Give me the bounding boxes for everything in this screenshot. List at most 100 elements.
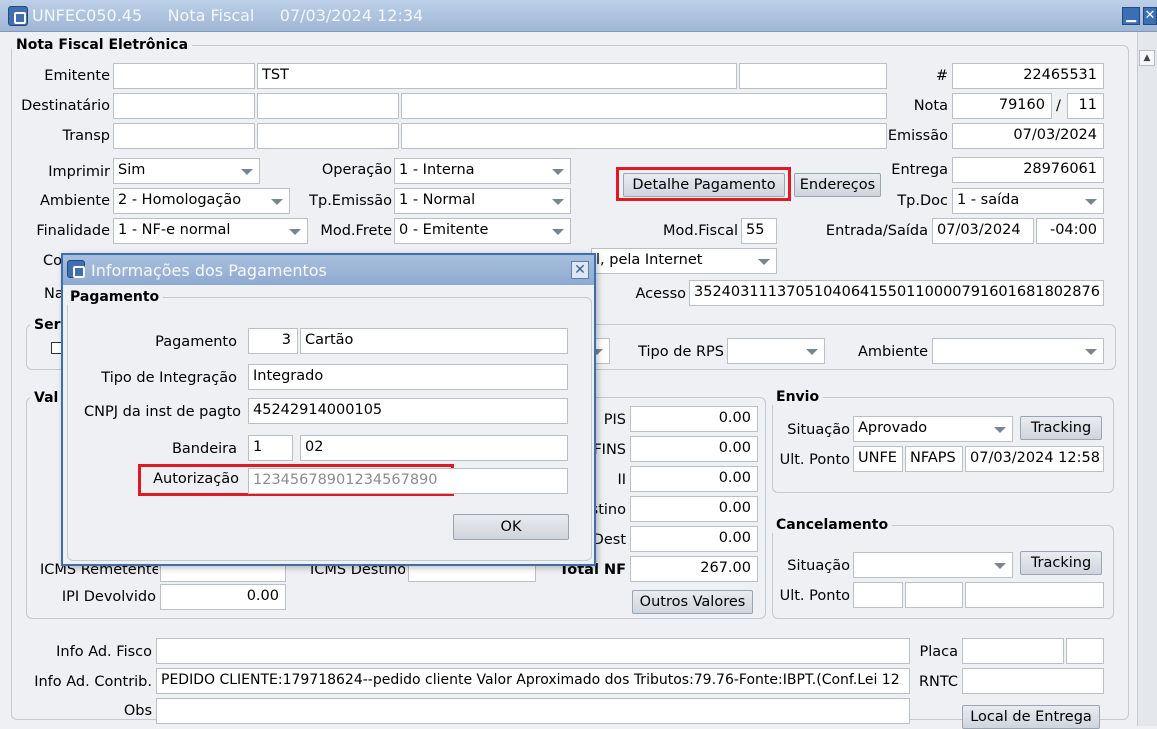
total-nf-field[interactable]: 267.00 bbox=[630, 556, 758, 582]
mod-fiscal-field[interactable]: 55 bbox=[741, 218, 777, 244]
mod-frete-select[interactable]: 0 - Emitente bbox=[394, 218, 571, 244]
finalidade-value: 1 - NF-e normal bbox=[118, 222, 231, 238]
envio-ponto-2-field[interactable]: NFAPS bbox=[905, 446, 963, 472]
emissao-field[interactable]: 07/03/2024 bbox=[952, 123, 1104, 149]
info-contrib-field[interactable]: PEDIDO CLIENTE:179718624--pedido cliente… bbox=[156, 668, 910, 694]
chevron-down-icon bbox=[271, 199, 283, 205]
enderecos-button[interactable]: Endereços bbox=[794, 173, 881, 197]
window-title: UNFEC050.45 Nota Fiscal 07/03/2024 12:34 bbox=[32, 6, 424, 25]
chevron-down-icon bbox=[994, 563, 1006, 569]
placa-field[interactable] bbox=[962, 638, 1064, 664]
finalidade-select[interactable]: 1 - NF-e normal bbox=[113, 218, 308, 244]
entrega-field[interactable]: 28976061 bbox=[952, 157, 1104, 183]
numero-field[interactable]: 22465531 bbox=[952, 63, 1104, 89]
tp-emissao-label: Tp.Emissão bbox=[309, 193, 392, 209]
scroll-up-icon[interactable]: ▲ bbox=[1139, 50, 1155, 66]
pagamento-code-field[interactable]: 3 bbox=[248, 328, 298, 354]
presenca-select[interactable]: l, pela Internet bbox=[591, 248, 777, 274]
destinatario-label: Destinatário bbox=[21, 98, 110, 114]
nota-label: Nota bbox=[913, 98, 948, 114]
transp-label: Transp bbox=[62, 128, 110, 144]
envio-tracking-button[interactable]: Tracking bbox=[1020, 416, 1102, 440]
destinatario-code-field[interactable] bbox=[113, 93, 255, 119]
transp-code-field[interactable] bbox=[113, 123, 255, 149]
cnpj-field[interactable]: 45242914000105 bbox=[248, 398, 568, 424]
cancel-situacao-select[interactable] bbox=[853, 552, 1013, 578]
cofins-field[interactable]: 0.00 bbox=[630, 436, 758, 462]
transp-doc-field[interactable] bbox=[257, 123, 399, 149]
obs-field[interactable] bbox=[156, 698, 910, 724]
info-contrib-label: Info Ad. Contrib. bbox=[34, 674, 152, 690]
servico-ambiente-label: Ambiente bbox=[858, 344, 928, 360]
cancel-ult-ponto-label: Ult. Ponto bbox=[779, 588, 850, 604]
chevron-down-icon bbox=[758, 259, 770, 265]
bandeira-field[interactable]: 02 bbox=[300, 435, 568, 461]
nota-number-field[interactable]: 79160 bbox=[952, 93, 1052, 119]
ipi-devolvido-label: IPI Devolvido bbox=[61, 589, 156, 605]
tipo-integracao-field[interactable]: Integrado bbox=[248, 364, 568, 390]
envio-situacao-select[interactable]: Aprovado bbox=[853, 416, 1013, 442]
acesso-field[interactable]: 3524031113705104064155011000079160168180… bbox=[689, 280, 1104, 306]
destino-field[interactable]: 0.00 bbox=[630, 496, 758, 522]
cancel-ponto-2-field[interactable] bbox=[905, 582, 963, 608]
ipi-devolvido-field[interactable]: 0.00 bbox=[160, 584, 286, 610]
emitente-extra-field[interactable] bbox=[739, 63, 887, 89]
imprimir-label: Imprimir bbox=[48, 164, 110, 180]
numero-label: # bbox=[935, 68, 948, 84]
emissao-label: Emissão bbox=[887, 128, 948, 144]
envio-ponto-3-field[interactable]: 07/03/2024 12:58 bbox=[965, 446, 1104, 472]
entrada-saida-tz-field[interactable]: -04:00 bbox=[1036, 218, 1104, 244]
ambiente-label: Ambiente bbox=[40, 193, 110, 209]
tipo-rps-select[interactable] bbox=[727, 338, 825, 364]
autorizacao-field[interactable]: 12345678901234567890 bbox=[248, 468, 568, 494]
cancel-tracking-button[interactable]: Tracking bbox=[1020, 551, 1102, 575]
operacao-select[interactable]: 1 - Interna bbox=[394, 158, 571, 184]
autorizacao-label: Autorização bbox=[153, 471, 239, 487]
chevron-down-icon bbox=[241, 169, 253, 175]
placa-label: Placa bbox=[919, 644, 958, 660]
cancel-ponto-3-field[interactable] bbox=[965, 582, 1104, 608]
mod-fiscal-label: Mod.Fiscal bbox=[663, 223, 738, 239]
detalhe-pagamento-button[interactable]: Detalhe Pagamento bbox=[623, 173, 785, 197]
tp-emissao-select[interactable]: 1 - Normal bbox=[394, 188, 571, 214]
emitente-code-field[interactable] bbox=[113, 63, 255, 89]
minimize-icon[interactable]: ▁ bbox=[1122, 7, 1140, 25]
ambiente-select[interactable]: 2 - Homologação bbox=[113, 188, 290, 214]
envio-ponto-1-field[interactable]: UNFE bbox=[853, 446, 903, 472]
info-fisco-field[interactable] bbox=[156, 638, 910, 664]
nota-separator: / bbox=[1056, 98, 1061, 114]
nfe-group-title: Nota Fiscal Eletrônica bbox=[12, 37, 193, 53]
outros-valores-button[interactable]: Outros Valores bbox=[632, 590, 753, 614]
placa-uf-field[interactable] bbox=[1066, 638, 1104, 664]
transp-name-field[interactable] bbox=[401, 123, 887, 149]
chevron-down-icon bbox=[806, 349, 818, 355]
vertical-scrollbar[interactable] bbox=[1137, 32, 1157, 726]
pagamento-desc-field[interactable]: Cartão bbox=[300, 328, 568, 354]
nota-serie-field[interactable]: 11 bbox=[1067, 93, 1104, 119]
ii-field[interactable]: 0.00 bbox=[630, 466, 758, 492]
pagamento-group-title: Pagamento bbox=[66, 289, 164, 305]
dest-field[interactable]: 0.00 bbox=[630, 526, 758, 552]
rntc-field[interactable] bbox=[962, 668, 1104, 694]
cancel-situacao-label: Situação bbox=[787, 558, 850, 574]
pis-field[interactable]: 0.00 bbox=[630, 406, 758, 432]
ok-button[interactable]: OK bbox=[453, 514, 569, 540]
tpdoc-select[interactable]: 1 - saída bbox=[952, 188, 1104, 214]
cnpj-label: CNPJ da inst de pagto bbox=[84, 404, 241, 420]
bandeira-code-field[interactable]: 1 bbox=[248, 435, 293, 461]
app-icon bbox=[8, 6, 28, 26]
close-icon[interactable]: ✕ bbox=[1143, 7, 1157, 25]
entrada-saida-date-field[interactable]: 07/03/2024 bbox=[932, 218, 1034, 244]
emitente-name-field[interactable]: TST bbox=[257, 63, 737, 89]
destinatario-name-field[interactable] bbox=[401, 93, 887, 119]
rntc-label: RNTC bbox=[918, 674, 958, 690]
dialog-title: Informações dos Pagamentos bbox=[91, 261, 327, 280]
servico-ambiente-select[interactable] bbox=[932, 338, 1104, 364]
window-title-bar: UNFEC050.45 Nota Fiscal 07/03/2024 12:34… bbox=[0, 0, 1157, 32]
destinatario-doc-field[interactable] bbox=[257, 93, 399, 119]
dialog-close-icon[interactable]: ✕ bbox=[571, 261, 589, 279]
cancel-ponto-1-field[interactable] bbox=[853, 582, 903, 608]
local-entrega-button[interactable]: Local de Entrega bbox=[962, 705, 1100, 729]
imprimir-select[interactable]: Sim bbox=[113, 158, 260, 184]
tpdoc-value: 1 - saída bbox=[957, 192, 1020, 208]
